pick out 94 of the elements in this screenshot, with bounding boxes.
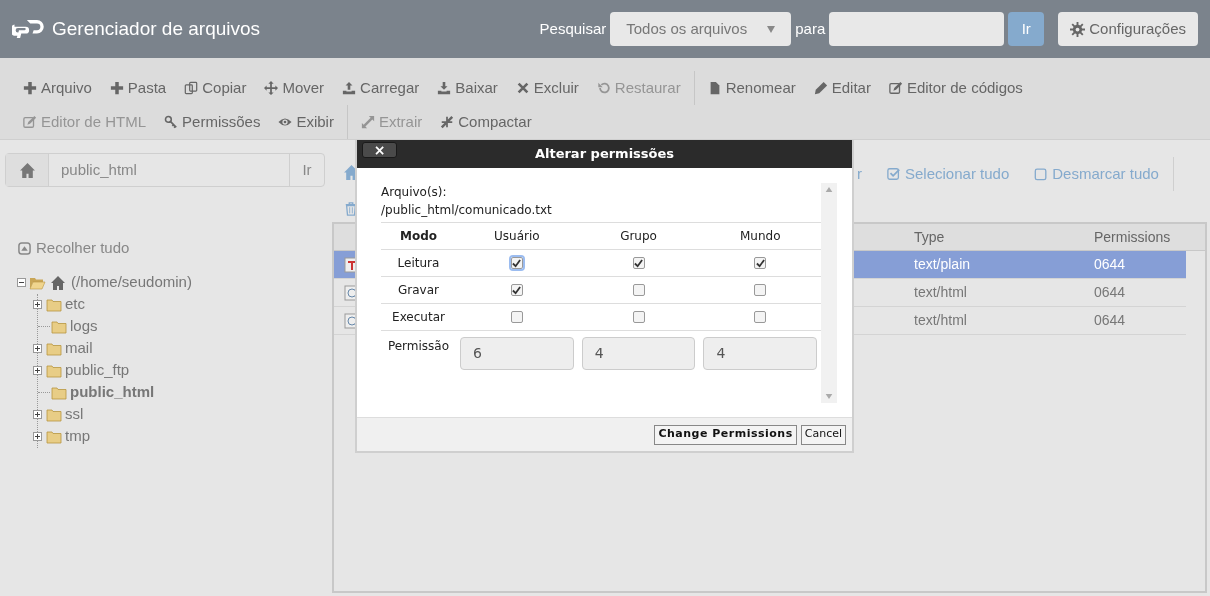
- table-cell-text: text/plain: [914, 255, 972, 274]
- checkbox-icon: [887, 167, 901, 181]
- upload-icon: [342, 81, 357, 95]
- plus-icon: [23, 81, 37, 95]
- for-label: para: [795, 18, 826, 39]
- table-cell-text: text/html: [914, 283, 968, 302]
- cpanel-logo-icon: [12, 20, 44, 38]
- settings-button[interactable]: Configurações: [1058, 12, 1198, 46]
- mode-label: Leitura: [381, 250, 456, 277]
- toolbar-button[interactable]: Renomear: [693, 71, 805, 105]
- close-button[interactable]: ×: [362, 142, 397, 158]
- file-label: Arquivo(s):: [381, 184, 448, 201]
- scrollbar[interactable]: [821, 183, 837, 403]
- scroll-down-icon: [825, 394, 834, 399]
- checkbox[interactable]: [754, 284, 767, 296]
- permission-field[interactable]: 4: [703, 337, 818, 370]
- folder-icon: [45, 296, 63, 313]
- pencil-icon: [813, 81, 828, 95]
- tree-item[interactable]: (/home/seudomin): [71, 271, 192, 294]
- permission-field[interactable]: 6: [460, 337, 574, 370]
- copy-icon: [184, 81, 199, 95]
- checkbox[interactable]: [754, 311, 767, 323]
- column-header: Permissions: [1094, 227, 1171, 247]
- folder-icon: [45, 340, 63, 357]
- checkbox[interactable]: [632, 257, 645, 269]
- toolbar-button[interactable]: Pasta: [100, 71, 176, 105]
- scroll-up-icon: [825, 187, 834, 192]
- mode-label: Gravar: [381, 277, 456, 304]
- trash-icon: [344, 201, 358, 217]
- table-cell-text: text/html: [914, 311, 968, 330]
- scope-dropdown[interactable]: Todos os arquivos: [610, 12, 792, 46]
- app-title: Gerenciador de arquivos: [52, 16, 261, 41]
- expand-icon: [360, 115, 375, 129]
- column-header: Type: [914, 227, 946, 247]
- file-path: /public_html/comunicado.txt: [381, 202, 553, 219]
- folder-icon: [50, 384, 68, 401]
- checkbox[interactable]: [510, 257, 523, 269]
- table-cell-text: 0644: [1094, 283, 1126, 302]
- dialog-button[interactable]: Cancel: [800, 424, 846, 445]
- folder-icon: [45, 428, 63, 445]
- search-label: Pesquisar: [539, 18, 607, 39]
- go-button[interactable]: Ir: [1008, 12, 1045, 46]
- dialog-button[interactable]: Change Permissions: [654, 424, 797, 445]
- permission-label: Permissão: [386, 338, 451, 355]
- dialog-title: Alterar permissões: [534, 145, 675, 164]
- edit-icon: [23, 115, 37, 129]
- mode-label: Executar: [381, 304, 456, 331]
- toolbar-button[interactable]: Compactar: [431, 105, 541, 139]
- home-icon: [50, 274, 66, 291]
- plus-icon: [109, 81, 124, 95]
- undo-icon: [596, 81, 611, 95]
- search-field[interactable]: [829, 12, 1005, 46]
- toolbar-button[interactable]: Exibir: [269, 105, 343, 139]
- collapse-all-link[interactable]: Recolher tudo: [18, 237, 130, 260]
- download-icon: [437, 81, 452, 95]
- toolbar-button[interactable]: Arquivo: [14, 71, 101, 105]
- checkbox[interactable]: [632, 311, 645, 323]
- column-header: Modo: [381, 223, 456, 250]
- collapse-icon: [18, 241, 31, 255]
- toolbar-button[interactable]: Carregar: [333, 71, 429, 105]
- settings-icon: [1070, 21, 1086, 37]
- key-icon: [164, 115, 179, 129]
- folder-icon: [45, 362, 63, 379]
- tree-item[interactable]: etc: [65, 293, 85, 316]
- tree-item[interactable]: tmp: [65, 425, 90, 448]
- toolbar-button[interactable]: Copiar: [175, 71, 256, 105]
- column-header: Usuário: [456, 223, 578, 250]
- permission-field[interactable]: 4: [581, 337, 696, 370]
- toolbar-button[interactable]: Permissões: [155, 105, 270, 139]
- edit-icon: [888, 81, 903, 95]
- column-header: Grupo: [577, 223, 700, 250]
- checkbox[interactable]: [632, 284, 645, 296]
- tree-item[interactable]: logs: [70, 315, 98, 338]
- tree-item[interactable]: mail: [65, 337, 93, 360]
- tree-item[interactable]: public_html: [70, 381, 155, 404]
- checkbox[interactable]: [510, 311, 523, 323]
- folder-icon: [45, 406, 63, 423]
- tree-item[interactable]: ssl: [65, 403, 84, 426]
- close-icon: [515, 81, 530, 95]
- toolbar-button[interactable]: Editar: [804, 71, 880, 105]
- tree-item[interactable]: public_ftp: [65, 359, 130, 382]
- checkbox[interactable]: [754, 257, 767, 269]
- toolbar-button[interactable]: Editor de códigos: [879, 71, 1032, 105]
- toolbar-button[interactable]: Mover: [255, 71, 334, 105]
- table-cell-text: 0644: [1094, 255, 1126, 274]
- table-cell-text: 0644: [1094, 311, 1126, 330]
- compress-icon: [440, 115, 455, 129]
- toolbar-button[interactable]: Excluir: [506, 71, 588, 105]
- move-icon: [264, 81, 279, 95]
- checkbox[interactable]: [510, 284, 523, 296]
- checkbox-icon: [1034, 167, 1049, 181]
- folder-icon: [50, 318, 68, 335]
- toolbar-button[interactable]: Baixar: [428, 71, 507, 105]
- caret-icon: [767, 25, 776, 33]
